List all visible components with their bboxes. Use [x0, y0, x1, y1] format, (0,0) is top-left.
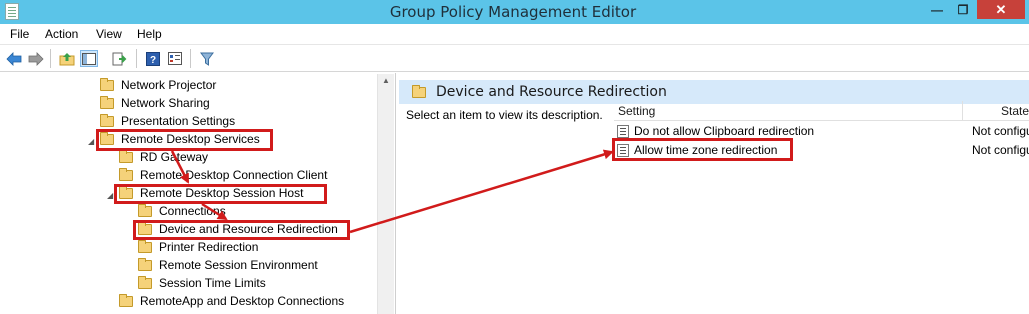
filter-icon[interactable] — [198, 50, 216, 67]
tree-item-label: Printer Redirection — [159, 240, 259, 254]
tree-item-label: Presentation Settings — [121, 114, 236, 128]
svg-text:?: ? — [150, 55, 156, 66]
collapse-arrow-icon[interactable]: ◢ — [107, 191, 113, 200]
properties-icon[interactable] — [166, 50, 184, 67]
up-folder-icon[interactable] — [58, 50, 76, 67]
folder-icon — [138, 239, 152, 253]
tree-item-network-projector[interactable]: Network Projector — [100, 76, 216, 94]
tree-vertical-scrollbar[interactable]: ▲ — [377, 74, 394, 314]
menu-view[interactable]: View — [96, 27, 122, 41]
title-bar: Group Policy Management Editor — ❐ ✕ — [0, 0, 1029, 24]
folder-icon — [138, 203, 152, 217]
folder-icon — [100, 113, 114, 127]
highlight-allow-time-zone — [612, 138, 793, 161]
scroll-up-arrow-icon[interactable]: ▲ — [378, 76, 394, 90]
menu-action[interactable]: Action — [45, 27, 78, 41]
tree-item-label: RemoteApp and Desktop Connections — [140, 294, 345, 308]
tree-item-label: Connections — [159, 204, 226, 218]
tree-item-printer-redirection[interactable]: Printer Redirection — [138, 238, 258, 256]
menu-bar: File Action View Help — [0, 24, 1029, 45]
setting-state: Not configured — [972, 143, 1029, 157]
tree-item-label: Session Time Limits — [159, 276, 266, 290]
folder-icon — [119, 149, 133, 163]
folder-icon — [412, 84, 426, 98]
menu-file[interactable]: File — [10, 27, 29, 41]
tree-item-remote-session-environment[interactable]: Remote Session Environment — [138, 256, 318, 274]
tree-item-presentation-settings[interactable]: Presentation Settings — [100, 112, 235, 130]
highlight-remote-desktop-services — [96, 129, 273, 151]
tree-item-label: Network Sharing — [121, 96, 210, 110]
description-text: Select an item to view its description. — [406, 108, 603, 122]
help-icon[interactable]: ? — [144, 50, 162, 67]
column-header-state[interactable]: State — [963, 101, 1029, 121]
highlight-rd-session-host — [114, 184, 327, 204]
menu-help[interactable]: Help — [137, 27, 162, 41]
tree-item-remoteapp-desktop-connections[interactable]: RemoteApp and Desktop Connections — [119, 292, 344, 310]
setting-name: Do not allow Clipboard redirection — [634, 124, 815, 138]
folder-icon — [138, 257, 152, 271]
collapse-arrow-icon[interactable]: ◢ — [88, 137, 94, 146]
folder-icon — [119, 167, 133, 181]
tree-item-network-sharing[interactable]: Network Sharing — [100, 94, 210, 112]
folder-icon — [119, 293, 133, 307]
tree-item-connections[interactable]: Connections — [138, 202, 226, 220]
forward-arrow-icon[interactable] — [27, 50, 45, 67]
folder-icon — [138, 275, 152, 289]
minimize-button[interactable]: — — [924, 0, 950, 19]
close-button[interactable]: ✕ — [977, 0, 1025, 19]
tree-item-label: Network Projector — [121, 78, 217, 92]
setting-state: Not configured — [972, 124, 1029, 138]
highlight-device-resource-redirection — [133, 220, 350, 240]
back-arrow-icon[interactable] — [5, 50, 23, 67]
maximize-button[interactable]: ❐ — [950, 0, 976, 19]
tree-item-session-time-limits[interactable]: Session Time Limits — [138, 274, 266, 292]
details-title: Device and Resource Redirection — [436, 84, 667, 100]
window-title: Group Policy Management Editor — [389, 3, 637, 21]
export-list-icon[interactable] — [111, 50, 129, 67]
tree-item-label: RD Gateway — [140, 150, 209, 164]
column-header-setting[interactable]: Setting — [614, 101, 963, 121]
tree-item-label: Remote Session Environment — [159, 258, 318, 272]
tree-item-label: Remote Desktop Connection Client — [140, 168, 328, 182]
details-pane: Device and Resource Redirection Select a… — [399, 73, 1029, 314]
folder-icon — [100, 95, 114, 109]
show-hide-tree-icon[interactable] — [80, 50, 98, 67]
folder-icon — [100, 77, 114, 91]
policy-setting-icon — [617, 124, 629, 138]
toolbar: ? — [0, 45, 1029, 72]
tree-item-rd-connection-client[interactable]: Remote Desktop Connection Client — [119, 166, 327, 184]
